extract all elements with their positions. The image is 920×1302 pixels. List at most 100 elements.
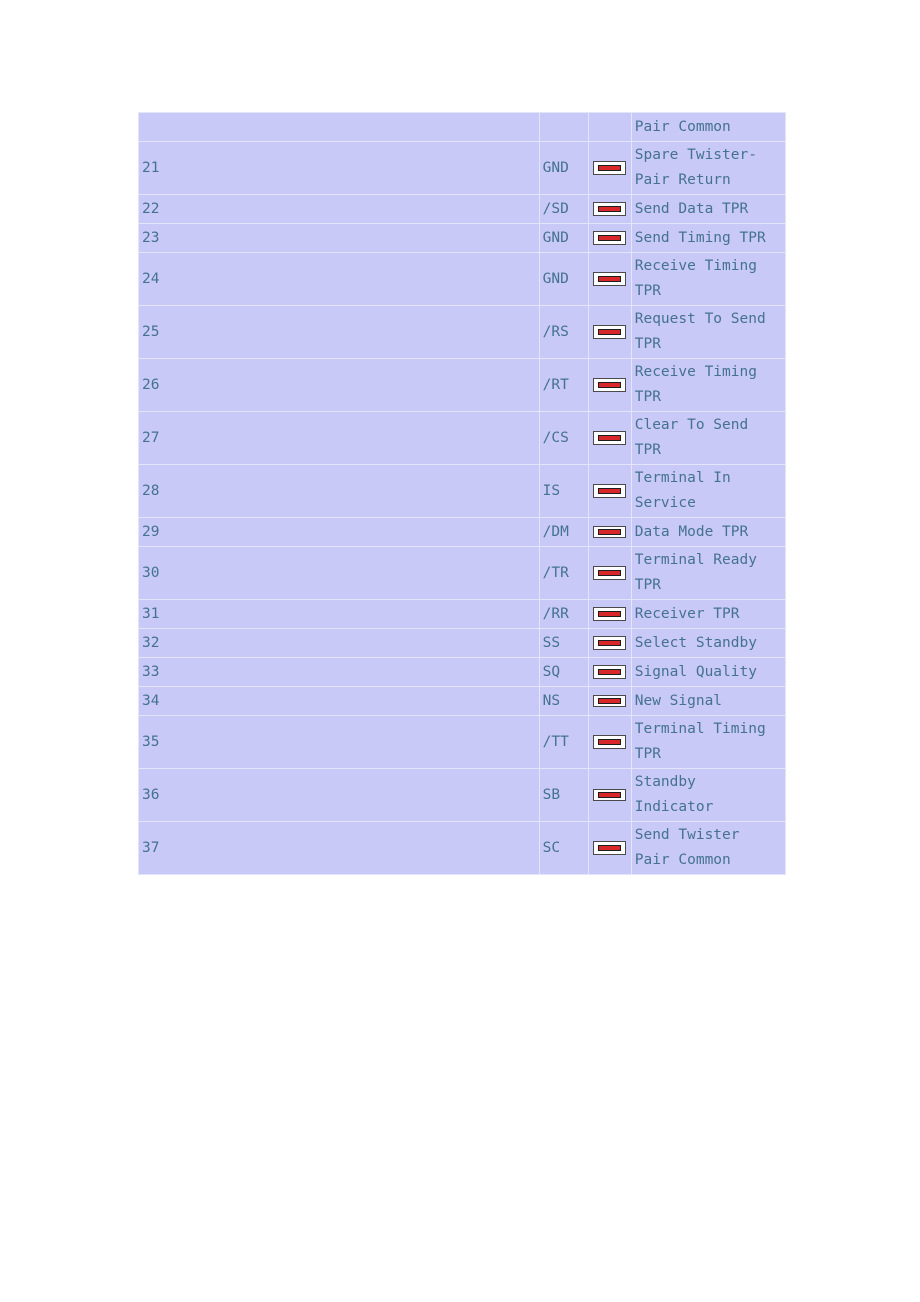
signal-description-cell: Receiver TPR xyxy=(630,599,787,629)
broken-image-icon xyxy=(593,201,627,216)
table-row: 24 GND Receive Timing TPR xyxy=(138,252,787,306)
pin-number-cell: 35 xyxy=(138,715,540,769)
icon-cell xyxy=(587,411,632,465)
icon-cell xyxy=(587,599,632,629)
pin-number-cell: 23 xyxy=(138,223,540,253)
pin-number-cell: 24 xyxy=(138,252,540,306)
broken-image-icon xyxy=(593,694,627,707)
pinout-table-body: Pair Common 21 GND Spare Twister-Pair Retur… xyxy=(138,112,787,875)
signal-description-cell: Select Standby xyxy=(630,628,787,658)
document-page: Pair Common 21 GND Spare Twister-Pair Retur… xyxy=(0,0,920,1302)
broken-image-icon xyxy=(593,788,627,801)
signal-name-cell: /SD xyxy=(538,194,589,224)
pin-number-cell: 34 xyxy=(138,686,540,716)
icon-cell xyxy=(587,686,632,716)
signal-name-cell: /TT xyxy=(538,715,589,769)
icon-cell xyxy=(587,546,632,600)
pin-number-cell: 27 xyxy=(138,411,540,465)
signal-name-cell: SS xyxy=(538,628,589,658)
table-row: 32 SS Select Standby xyxy=(138,628,787,658)
signal-name-cell: SB xyxy=(538,768,589,822)
broken-image-icon xyxy=(593,271,627,286)
broken-image-icon xyxy=(593,377,627,392)
signal-name-cell: /TR xyxy=(538,546,589,600)
pin-number-cell: 31 xyxy=(138,599,540,629)
pin-number-cell: 21 xyxy=(138,141,540,195)
signal-name-cell: /RT xyxy=(538,358,589,412)
broken-image-icon xyxy=(593,840,627,855)
signal-name-cell: SQ xyxy=(538,657,589,687)
signal-name-cell: /CS xyxy=(538,411,589,465)
icon-cell xyxy=(587,657,632,687)
broken-image-icon xyxy=(593,664,627,679)
signal-name-cell: IS xyxy=(538,464,589,518)
signal-name-cell xyxy=(538,112,589,142)
pin-number-cell: 30 xyxy=(138,546,540,600)
signal-description-cell: Standby Indicator xyxy=(630,768,787,822)
table-row: 34 NS New Signal xyxy=(138,686,787,716)
broken-image-icon xyxy=(593,324,627,339)
signal-description-cell: New Signal xyxy=(630,686,787,716)
table-row: 21 GND Spare Twister-Pair Return xyxy=(138,141,787,195)
signal-description-cell: Terminal Timing TPR xyxy=(630,715,787,769)
icon-cell xyxy=(587,464,632,518)
icon-cell xyxy=(587,768,632,822)
table-row: 29/DM Data Mode TPR xyxy=(138,517,787,547)
signal-description-cell: Send Timing TPR xyxy=(630,223,787,253)
table-row: 27/CS Clear To Send TPR xyxy=(138,411,787,465)
signal-description-cell: Data Mode TPR xyxy=(630,517,787,547)
icon-cell xyxy=(587,821,632,875)
icon-cell xyxy=(587,141,632,195)
signal-name-cell: /RR xyxy=(538,599,589,629)
connector-pinout-table: Pair Common 21 GND Spare Twister-Pair Retur… xyxy=(138,112,787,875)
signal-name-cell: GND xyxy=(538,252,589,306)
broken-image-icon xyxy=(593,734,627,749)
table-row: 26/RT Receive Timing TPR xyxy=(138,358,787,412)
icon-cell xyxy=(587,112,632,142)
signal-description-cell: Request To Send TPR xyxy=(630,305,787,359)
table-row: 36 SB Standby Indicator xyxy=(138,768,787,822)
pin-number-cell: 29 xyxy=(138,517,540,547)
icon-cell xyxy=(587,223,632,253)
signal-name-cell: NS xyxy=(538,686,589,716)
table-row: 30/TR Terminal Ready TPR xyxy=(138,546,787,600)
pin-number-cell: 22 xyxy=(138,194,540,224)
table-row: 28 IS Terminal In Service xyxy=(138,464,787,518)
pin-number-cell: 36 xyxy=(138,768,540,822)
table-row: 25/RS Request To Send TPR xyxy=(138,305,787,359)
pin-number-cell: 33 xyxy=(138,657,540,687)
pin-number-cell: 26 xyxy=(138,358,540,412)
broken-image-icon xyxy=(593,160,627,175)
signal-name-cell: SC xyxy=(538,821,589,875)
table-row: 23 GND Send Timing TPR xyxy=(138,223,787,253)
table-row: 37 SC Send Twister Pair Common xyxy=(138,821,787,875)
table-row: 22/SD Send Data TPR xyxy=(138,194,787,224)
pin-number-cell: 25 xyxy=(138,305,540,359)
broken-image-icon xyxy=(593,565,627,580)
signal-description-cell: Receive Timing TPR xyxy=(630,358,787,412)
pin-number-cell: 32 xyxy=(138,628,540,658)
broken-image-icon xyxy=(593,606,627,621)
signal-description-cell: Pair Common xyxy=(630,112,787,142)
signal-name-cell: GND xyxy=(538,223,589,253)
signal-name-cell: GND xyxy=(538,141,589,195)
icon-cell xyxy=(587,305,632,359)
broken-image-icon xyxy=(593,635,627,650)
table-row: Pair Common xyxy=(138,112,787,142)
signal-name-cell: /RS xyxy=(538,305,589,359)
signal-description-cell: Spare Twister-Pair Return xyxy=(630,141,787,195)
pin-number-cell xyxy=(138,112,540,142)
signal-description-cell: Send Data TPR xyxy=(630,194,787,224)
signal-description-cell: Clear To Send TPR xyxy=(630,411,787,465)
signal-description-cell: Terminal In Service xyxy=(630,464,787,518)
signal-name-cell: /DM xyxy=(538,517,589,547)
icon-cell xyxy=(587,715,632,769)
pin-number-cell: 28 xyxy=(138,464,540,518)
icon-cell xyxy=(587,194,632,224)
pin-number-cell: 37 xyxy=(138,821,540,875)
signal-description-cell: Receive Timing TPR xyxy=(630,252,787,306)
table-row: 31/RR Receiver TPR xyxy=(138,599,787,629)
broken-image-icon xyxy=(593,525,627,538)
icon-cell xyxy=(587,517,632,547)
icon-cell xyxy=(587,628,632,658)
